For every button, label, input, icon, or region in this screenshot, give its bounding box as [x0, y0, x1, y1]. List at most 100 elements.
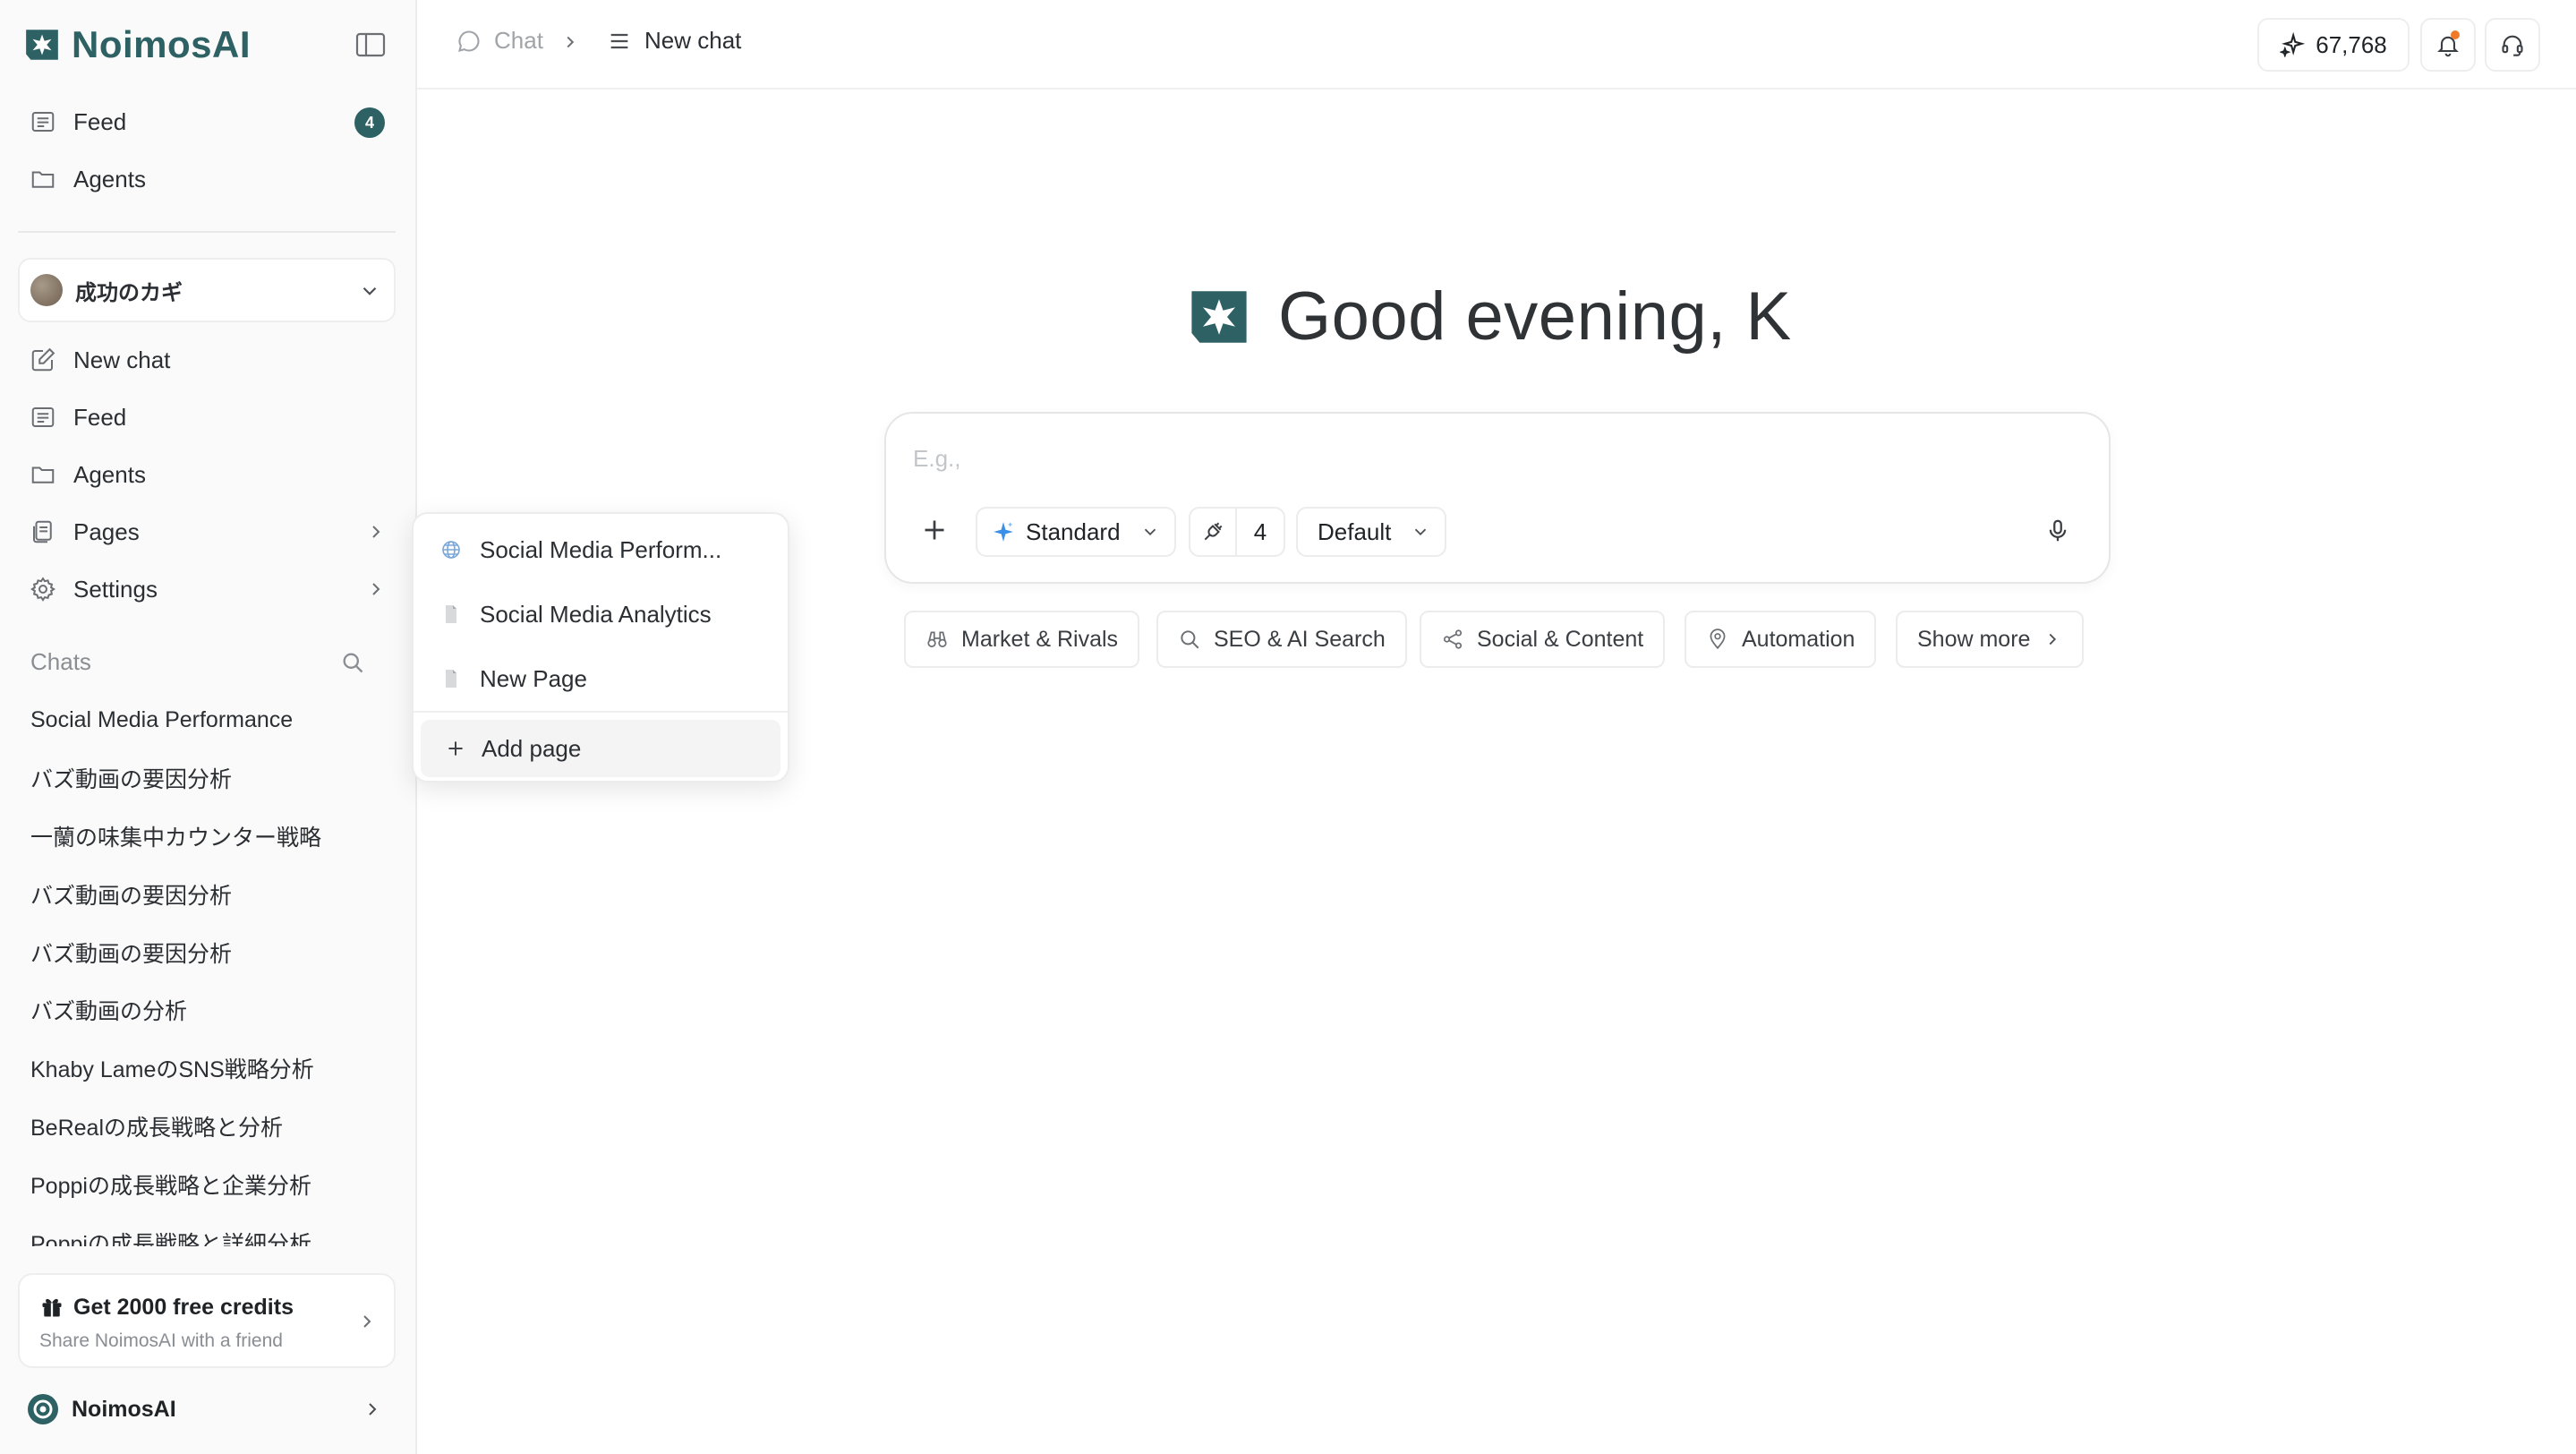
- chip-label: Social & Content: [1477, 626, 1644, 652]
- chat-list-item[interactable]: Poppiの成長戦略と企業分析: [30, 1155, 397, 1213]
- chevron-right-icon: [567, 36, 575, 48]
- chip-label: Show more: [1917, 626, 2031, 652]
- credits-value: 67,768: [2316, 30, 2387, 58]
- folder-icon: [31, 466, 55, 483]
- breadcrumb-chat[interactable]: Chat: [456, 27, 543, 55]
- model-select[interactable]: Default: [1296, 507, 1446, 557]
- sidebar-item-label: Agents: [73, 460, 146, 488]
- document-icon: [446, 605, 456, 623]
- workspace-avatar: [30, 274, 63, 306]
- search-icon: [1181, 630, 1199, 649]
- chat-composer: Standard 4 Default: [884, 412, 2111, 584]
- plus-icon: [448, 741, 463, 756]
- sidebar-item-feed-top[interactable]: Feed 4: [18, 97, 396, 147]
- menu-lines-icon: [610, 33, 628, 48]
- chevron-down-icon: [1144, 528, 1156, 536]
- add-page-button[interactable]: Add page: [421, 720, 780, 777]
- account-logo-icon: [28, 1394, 58, 1424]
- chat-list-item[interactable]: Social Media Performance: [30, 691, 397, 749]
- chip-social-content[interactable]: Social & Content: [1420, 611, 1666, 668]
- share-icon: [1443, 629, 1463, 649]
- location-pin-icon: [1710, 629, 1726, 650]
- chat-list: Social Media Performance バズ動画の要因分析 一蘭の味集中カ…: [30, 691, 397, 1246]
- sparkle-icon: [2280, 32, 2306, 57]
- chip-show-more[interactable]: Show more: [1896, 611, 2085, 668]
- binoculars-icon: [927, 631, 947, 647]
- chevron-right-icon: [369, 1403, 377, 1416]
- workspace-name: 成功のカギ: [75, 280, 183, 305]
- chip-seo-ai-search[interactable]: SEO & AI Search: [1156, 611, 1407, 668]
- folder-icon: [31, 171, 55, 188]
- promo-title: Get 2000 free credits: [73, 1295, 294, 1320]
- brand[interactable]: NoimosAI: [23, 21, 251, 68]
- chevron-right-icon: [363, 1315, 371, 1328]
- top-bar: Chat New chat 67,768: [417, 0, 2576, 90]
- sidebar-item-pages[interactable]: Pages: [18, 507, 396, 557]
- chat-list-item[interactable]: バズ動画の要因分析: [30, 749, 397, 808]
- chat-list-item[interactable]: Poppiの成長戦略と詳細分析: [30, 1213, 397, 1246]
- list-icon: [31, 112, 55, 132]
- chip-label: SEO & AI Search: [1214, 626, 1386, 652]
- sidebar-toggle-icon[interactable]: [354, 30, 387, 59]
- chats-header: Chats: [30, 648, 91, 675]
- chevron-right-icon: [372, 583, 380, 595]
- chat-list-item[interactable]: バズ動画の要因分析: [30, 923, 397, 981]
- chat-list-item[interactable]: バズ動画の要因分析: [30, 865, 397, 923]
- sparkle-icon: [994, 522, 1013, 542]
- sidebar-item-settings[interactable]: Settings: [18, 564, 396, 614]
- pages-icon: [33, 520, 52, 543]
- chip-label: Automation: [1742, 626, 1855, 652]
- sidebar-item-agents[interactable]: Agents: [18, 449, 396, 500]
- headset-icon: [2502, 35, 2523, 56]
- breadcrumb-current-label: New chat: [644, 27, 742, 54]
- promo-subtitle: Share NoimosAI with a friend: [39, 1330, 283, 1351]
- page-item-social-media-analytics[interactable]: Social Media Analytics: [421, 586, 780, 643]
- sidebar: NoimosAI Feed 4 Agents 成功のカギ New chat Fe…: [0, 0, 417, 1454]
- referral-promo[interactable]: Get 2000 free credits Share NoimosAI wit…: [18, 1273, 396, 1368]
- sidebar-item-label: Agents: [73, 165, 146, 192]
- notification-dot: [2451, 30, 2460, 39]
- plus-icon[interactable]: [918, 514, 951, 546]
- mode-label: Standard: [1026, 517, 1121, 545]
- microphone-icon[interactable]: [2044, 517, 2071, 544]
- page-item-new-page[interactable]: New Page: [421, 650, 780, 707]
- chat-list-item[interactable]: 一蘭の味集中カウンター戦略: [30, 808, 397, 866]
- sidebar-item-agents-top[interactable]: Agents: [18, 154, 396, 204]
- sidebar-item-label: New chat: [73, 346, 171, 373]
- search-icon[interactable]: [340, 650, 365, 675]
- account-name: NoimosAI: [72, 1396, 176, 1422]
- sidebar-item-feed[interactable]: Feed: [18, 392, 396, 442]
- list-icon: [31, 407, 55, 427]
- breadcrumb-current[interactable]: New chat: [607, 27, 741, 55]
- notifications-button[interactable]: [2420, 18, 2476, 72]
- sidebar-item-label: Feed: [73, 107, 127, 135]
- workspace-switcher[interactable]: 成功のカギ: [18, 258, 396, 322]
- chat-list-item[interactable]: バズ動画の分析: [30, 981, 397, 1039]
- globe-icon: [442, 541, 460, 559]
- chat-list-item[interactable]: BeRealの成長戦略と分析: [30, 1098, 397, 1156]
- model-label: Default: [1318, 517, 1392, 545]
- support-button[interactable]: [2485, 18, 2540, 72]
- noimos-logo-icon: [1191, 290, 1247, 343]
- tools-button[interactable]: 4: [1189, 507, 1285, 557]
- chat-input[interactable]: [913, 440, 1987, 476]
- chip-label: Market & Rivals: [961, 626, 1119, 652]
- popover-divider: [414, 711, 788, 713]
- brand-name: NoimosAI: [72, 23, 252, 65]
- page-item-social-media-performance[interactable]: Social Media Perform...: [421, 521, 780, 578]
- greeting-text: Good evening, K: [1278, 278, 1792, 355]
- chat-list-item[interactable]: Khaby LameのSNS戦略分析: [30, 1039, 397, 1098]
- sidebar-item-label: Settings: [73, 575, 158, 603]
- page-item-label: Social Media Analytics: [480, 600, 712, 628]
- mode-select[interactable]: Standard: [976, 507, 1176, 557]
- greeting: Good evening, K: [1187, 278, 1792, 355]
- sidebar-item-new-chat[interactable]: New chat: [18, 335, 396, 385]
- account-menu[interactable]: NoimosAI: [18, 1384, 396, 1434]
- breadcrumb-chat-label: Chat: [494, 27, 543, 54]
- sidebar-divider: [18, 231, 396, 233]
- chip-automation[interactable]: Automation: [1685, 611, 1877, 668]
- credits-button[interactable]: 67,768: [2257, 18, 2410, 72]
- gear-icon: [30, 577, 56, 602]
- pages-popover: Social Media Perform... Social Media Ana…: [412, 512, 789, 783]
- chip-market-rivals[interactable]: Market & Rivals: [904, 611, 1140, 668]
